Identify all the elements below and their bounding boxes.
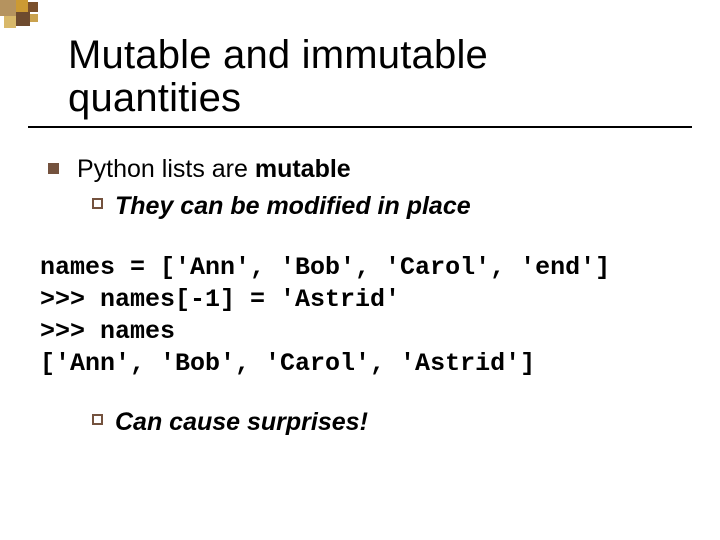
bullet1-bold: mutable: [255, 155, 351, 183]
hollow-square-bullet-icon: [92, 414, 103, 425]
slide-title: Mutable and immutable quantities: [68, 34, 652, 120]
corner-decoration: [0, 0, 60, 40]
title-container: Mutable and immutable quantities: [28, 0, 692, 128]
sub-bullet-text-2: Can cause surprises!: [115, 406, 368, 439]
square-bullet-icon: [48, 163, 59, 174]
bullet-level1: Python lists are mutable: [48, 154, 680, 185]
bullet-level2: Can cause surprises!: [92, 406, 680, 439]
sub-bullet-text: They can be modified in place: [115, 190, 471, 223]
sub-bullet-wrap: They can be modified in place: [48, 190, 680, 223]
code-block: names = ['Ann', 'Bob', 'Carol', 'end'] >…: [36, 226, 680, 406]
bullet-level2: They can be modified in place: [92, 190, 680, 223]
slide-body: Python lists are mutable They can be mod…: [0, 128, 720, 438]
slide: Mutable and immutable quantities Python …: [0, 0, 720, 540]
bullet-text: Python lists are mutable: [77, 154, 351, 185]
sub-bullet-wrap-2: Can cause surprises!: [48, 406, 680, 439]
bullet1-text: Python lists are: [77, 155, 255, 183]
hollow-square-bullet-icon: [92, 198, 103, 209]
